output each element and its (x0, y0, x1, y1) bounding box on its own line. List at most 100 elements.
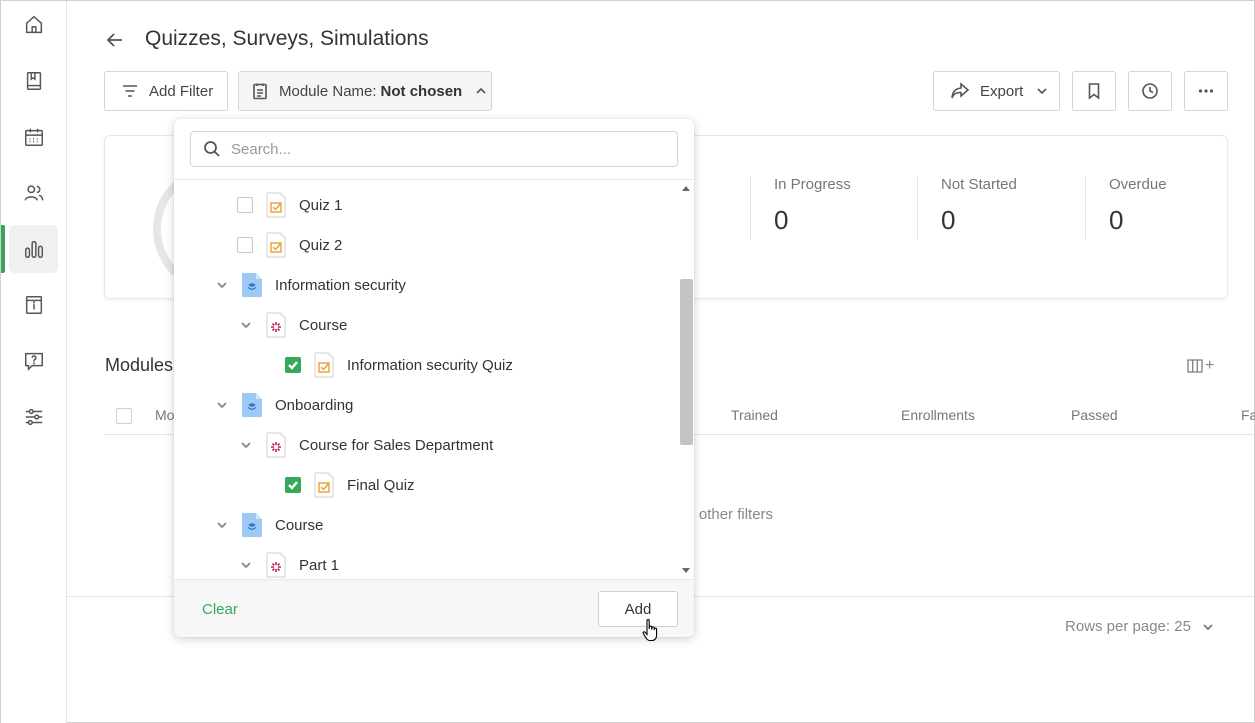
course-file-icon (266, 432, 286, 458)
tree-item[interactable]: Onboarding (215, 385, 353, 425)
add-filter-label: Add Filter (149, 82, 214, 100)
sidebar-item-learning[interactable] (9, 57, 58, 105)
column-settings-button[interactable]: + (1187, 357, 1214, 375)
home-icon (25, 15, 42, 34)
tree-item[interactable]: Information security Quiz (285, 345, 513, 385)
question-icon (24, 352, 43, 372)
search-field[interactable] (190, 131, 678, 167)
history-button[interactable] (1128, 71, 1172, 111)
add-button[interactable]: Add (598, 591, 678, 627)
checkbox[interactable] (237, 237, 253, 253)
sidebar-item-help[interactable] (9, 337, 58, 385)
chevron-up-icon (476, 87, 486, 94)
stat-divider (917, 176, 918, 240)
checkbox-checked[interactable] (285, 357, 301, 373)
chevron-down-icon[interactable] (239, 318, 253, 332)
sidebar-item-home[interactable] (9, 1, 58, 49)
sliders-icon (25, 408, 42, 426)
stat-label: Overdue (1109, 176, 1167, 193)
chevron-down-icon[interactable] (239, 438, 253, 452)
tree-item[interactable]: Final Quiz (285, 465, 415, 505)
stat-not-started: Not Started 0 (941, 176, 1017, 236)
tree-item-label: Course (299, 316, 348, 334)
quiz-file-icon (266, 232, 286, 258)
scrollbar-thumb[interactable] (680, 279, 693, 445)
sidebar-item-settings[interactable] (9, 393, 58, 441)
quiz-file-icon (314, 352, 334, 378)
calendar-icon (24, 128, 43, 146)
module-filter-label: Module Name: (279, 82, 377, 100)
search-icon (204, 141, 220, 157)
module-name-filter[interactable]: Module Name: Not chosen (238, 71, 492, 111)
more-options-button[interactable] (1184, 71, 1228, 111)
filter-lines-icon (123, 85, 137, 97)
users-icon (24, 185, 43, 201)
clipboard-icon (253, 83, 267, 100)
tree-item-label: Information security Quiz (347, 356, 513, 374)
sidebar-item-info[interactable] (9, 281, 58, 329)
tree-item[interactable]: Quiz 2 (237, 225, 342, 265)
tree-item-label: Part 1 (299, 556, 340, 574)
checkbox[interactable] (237, 197, 253, 213)
export-button[interactable]: Export (933, 71, 1060, 111)
dropdown-footer: Clear Add (174, 579, 694, 637)
export-label: Export (980, 82, 1024, 100)
module-tree: Quiz 1 Quiz 2 Information security Cours… (174, 181, 678, 579)
chevron-down-icon[interactable] (215, 398, 229, 412)
page-title: Quizzes, Surveys, Simulations (145, 27, 429, 50)
chevron-down-icon[interactable] (239, 558, 253, 572)
stat-in-progress: In Progress 0 (774, 176, 851, 236)
chevron-down-icon (1203, 623, 1213, 630)
more-horizontal-icon (1198, 89, 1214, 93)
column-header[interactable]: Mo (155, 407, 174, 423)
column-header[interactable]: Trained (731, 407, 778, 423)
scroll-down-arrow-icon[interactable] (682, 568, 690, 573)
search-input[interactable] (231, 140, 651, 158)
quiz-file-icon (266, 192, 286, 218)
stat-label: In Progress (774, 176, 851, 193)
bar-chart-icon (24, 240, 43, 258)
share-icon (951, 82, 970, 99)
tree-item[interactable]: Course for Sales Department (239, 425, 493, 465)
tree-item[interactable]: Quiz 1 (237, 185, 342, 225)
checkmark-icon (288, 481, 298, 490)
book-icon (26, 72, 41, 90)
column-header[interactable]: Enrollments (901, 407, 975, 423)
tree-item-label: Course for Sales Department (299, 436, 494, 454)
bookmark-button[interactable] (1072, 71, 1116, 111)
tree-item[interactable]: Part 1 (239, 545, 339, 579)
tree-item-label: Quiz 2 (299, 236, 343, 254)
clear-button[interactable]: Clear (202, 601, 238, 618)
column-header[interactable]: Passed (1071, 407, 1118, 423)
stat-value: 0 (1109, 205, 1124, 235)
sidebar (1, 1, 67, 723)
chevron-down-icon (1037, 88, 1047, 95)
add-filter-button[interactable]: Add Filter (104, 71, 228, 111)
back-button[interactable] (105, 30, 125, 50)
tree-item-label: Quiz 1 (299, 196, 343, 214)
program-file-icon (242, 513, 262, 537)
sidebar-item-users[interactable] (9, 169, 58, 217)
sidebar-item-reports[interactable] (9, 225, 58, 273)
chevron-down-icon[interactable] (215, 518, 229, 532)
sidebar-item-calendar[interactable] (9, 113, 58, 161)
checkbox-checked[interactable] (285, 477, 301, 493)
column-header[interactable]: Fa (1241, 407, 1255, 423)
course-file-icon (266, 552, 286, 578)
module-filter-value: Not chosen (380, 82, 463, 100)
select-all-checkbox[interactable] (116, 408, 132, 424)
tree-item[interactable]: Course (239, 305, 347, 345)
program-file-icon (242, 393, 262, 417)
stat-divider (1085, 176, 1086, 240)
tree-item[interactable]: Information security (215, 265, 406, 305)
tree-item-label: Information security (275, 276, 406, 294)
scrollbar[interactable] (678, 181, 694, 579)
stat-divider (750, 176, 751, 240)
rows-per-page-label: Rows per page: 25 (1065, 618, 1191, 635)
rows-per-page-select[interactable]: Rows per page: 25 (1065, 618, 1215, 635)
scroll-up-arrow-icon[interactable] (682, 186, 690, 191)
chevron-down-icon[interactable] (215, 278, 229, 292)
tree-item[interactable]: Course (215, 505, 323, 545)
bookmark-icon (1088, 83, 1100, 100)
hand-cursor-icon (642, 619, 658, 642)
